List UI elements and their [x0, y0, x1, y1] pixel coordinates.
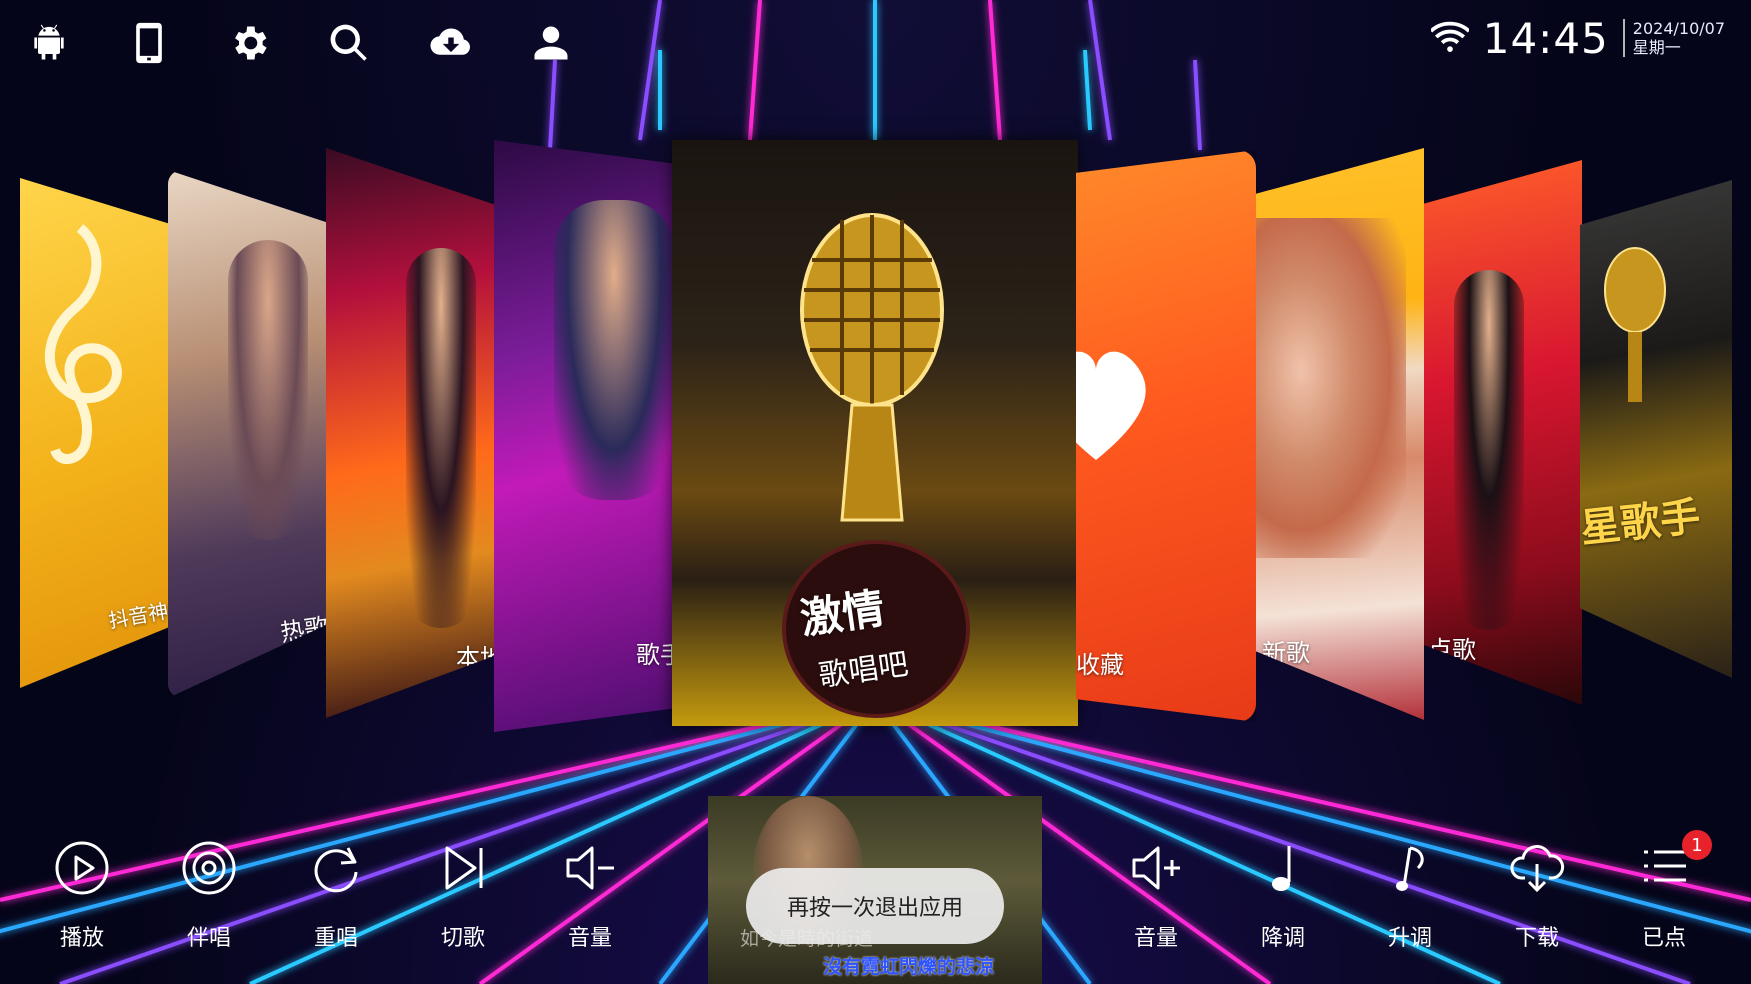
control-label: 已点: [1641, 926, 1686, 951]
control-label: 伴唱: [186, 926, 231, 951]
treble-clef-icon: [44, 224, 122, 464]
card-label: 星歌手: [1580, 493, 1703, 553]
card-label: 新歌: [1262, 639, 1310, 667]
control-label: 重唱: [313, 926, 358, 951]
microphone-icon: [1604, 247, 1666, 402]
date-display: 2024/10/07 星期一: [1622, 19, 1725, 57]
download-icon: [1510, 845, 1565, 893]
volume-down-icon: [566, 846, 614, 890]
card-label: 收藏: [1076, 651, 1124, 679]
user-icon[interactable]: [524, 16, 578, 70]
pitch-down-icon: [1272, 846, 1291, 891]
volume-down-button[interactable]: 音量: [540, 840, 640, 951]
card-featured-passion[interactable]: 激情 歌唱吧: [672, 140, 1078, 726]
card-singers[interactable]: 歌手: [494, 140, 674, 732]
card-douyin-hits[interactable]: 抖音神曲: [20, 178, 170, 688]
play-icon: [55, 841, 109, 895]
microphone-icon: [800, 213, 944, 522]
category-carousel: 抖音神曲 热歌 本地 歌手 激情 歌唱吧 收藏 新歌 点歌 星歌手: [0, 130, 1751, 740]
queue-count-badge: 1: [1682, 830, 1712, 860]
card-star-singer[interactable]: 星歌手: [1580, 180, 1732, 678]
control-label: 下载: [1514, 926, 1559, 951]
card-title: 激情: [797, 583, 888, 644]
card-new-songs[interactable]: 新歌: [1256, 148, 1424, 720]
phone-icon[interactable]: [122, 16, 176, 70]
android-icon[interactable]: [22, 16, 76, 70]
volume-up-icon: [1132, 846, 1180, 890]
accompany-button[interactable]: 伴唱: [159, 840, 259, 951]
download-button[interactable]: 下载: [1487, 840, 1587, 951]
control-label: 音量: [1133, 926, 1178, 951]
singer-image: [1454, 270, 1524, 630]
lyric-current: 沒有霓虹閃爍的悲涼: [823, 956, 995, 978]
weekday-text: 星期一: [1632, 38, 1681, 57]
pitch-up-icon: [1396, 846, 1424, 891]
heart-icon: [1076, 351, 1146, 460]
card-label: 歌手: [636, 641, 674, 669]
pitch-up-button[interactable]: 升调: [1360, 840, 1460, 951]
singer-image: [228, 240, 308, 540]
search-icon[interactable]: [322, 16, 376, 70]
clock-time: 14:45: [1482, 13, 1609, 63]
card-label: 点歌: [1428, 636, 1476, 664]
status-area: 14:45 2024/10/07 星期一: [1429, 8, 1725, 68]
card-local[interactable]: 本地: [326, 148, 496, 718]
replay-icon: [314, 847, 358, 893]
skip-button[interactable]: 切歌: [413, 840, 513, 951]
card-label: 抖音神曲: [106, 595, 170, 633]
control-label: 音量: [567, 926, 612, 951]
skip-icon: [445, 846, 483, 890]
singer-image: [1256, 218, 1406, 558]
singer-image: [406, 248, 476, 628]
pitch-down-button[interactable]: 降调: [1233, 840, 1333, 951]
top-bar: 14:45 2024/10/07 星期一: [0, 0, 1751, 86]
control-label: 切歌: [440, 926, 485, 951]
singer-image: [554, 200, 674, 500]
volume-up-button[interactable]: 音量: [1106, 840, 1206, 951]
card-favorites[interactable]: 收藏: [1076, 150, 1256, 722]
exit-toast: 再按一次退出应用: [746, 868, 1004, 944]
accompany-icon: [182, 841, 236, 895]
card-label: 本地: [456, 644, 496, 672]
settings-icon[interactable]: [222, 16, 276, 70]
card-label: 热歌: [278, 612, 328, 648]
card-hot-songs[interactable]: 热歌: [168, 170, 328, 698]
card-song-request[interactable]: 点歌: [1424, 160, 1582, 705]
play-button[interactable]: 播放: [32, 840, 132, 951]
control-label: 降调: [1260, 926, 1305, 951]
wifi-icon: [1429, 19, 1471, 57]
control-label: 升调: [1387, 926, 1432, 951]
date-text: 2024/10/07: [1632, 19, 1725, 38]
replay-button[interactable]: 重唱: [286, 840, 386, 951]
control-label: 播放: [59, 926, 104, 951]
cloud-download-icon[interactable]: [424, 16, 478, 70]
